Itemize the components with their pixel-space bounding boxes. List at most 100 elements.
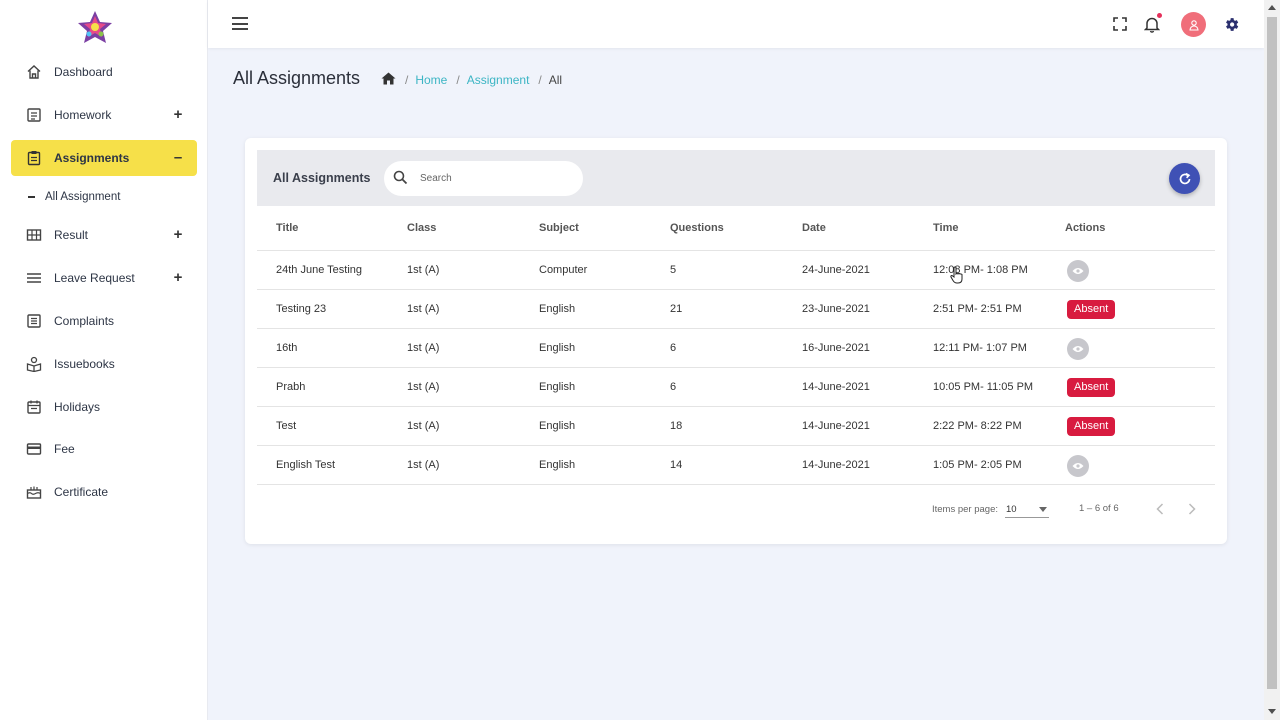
column-header-class[interactable]: Class bbox=[407, 222, 436, 234]
hand-cursor-icon bbox=[950, 266, 963, 284]
breadcrumb-current: All bbox=[548, 73, 563, 87]
sidebar-item-label: Result bbox=[54, 228, 89, 242]
sidebar-item-issuebooks[interactable]: Issuebooks bbox=[11, 346, 197, 382]
books-icon bbox=[25, 355, 43, 373]
calendar-icon bbox=[25, 398, 43, 416]
lines-icon bbox=[25, 269, 43, 287]
eye-icon bbox=[1072, 346, 1084, 352]
page-scrollbar[interactable] bbox=[1264, 0, 1280, 720]
refresh-button[interactable] bbox=[1169, 163, 1200, 194]
breadcrumb: / Home / Assignment / All bbox=[381, 72, 562, 88]
sidebar-item-assignments[interactable]: Assignments – bbox=[11, 140, 197, 176]
sidebar-item-complaints[interactable]: Complaints bbox=[11, 303, 197, 339]
column-header-date[interactable]: Date bbox=[802, 222, 826, 234]
sidebar-item-result[interactable]: Result + bbox=[11, 217, 197, 253]
cell-subject: English bbox=[539, 459, 576, 471]
collapse-icon[interactable]: – bbox=[171, 149, 185, 167]
sidebar-item-label: Dashboard bbox=[54, 65, 113, 79]
cell-date: 16-June-2021 bbox=[802, 342, 870, 354]
scroll-down-icon[interactable] bbox=[1268, 709, 1276, 714]
search-icon bbox=[393, 170, 408, 188]
sidebar-subitem-all-assignment[interactable]: All Assignment bbox=[28, 188, 120, 206]
sidebar-subitem-label: All Assignment bbox=[45, 191, 121, 203]
bell-icon[interactable] bbox=[1142, 13, 1162, 34]
user-avatar[interactable] bbox=[1181, 12, 1206, 37]
cell-subject: English bbox=[539, 303, 576, 315]
column-header-questions[interactable]: Questions bbox=[670, 222, 724, 234]
refresh-icon bbox=[1179, 172, 1190, 184]
sidebar: Dashboard Homework + Assignments – All A… bbox=[0, 0, 208, 720]
table-row[interactable]: Test 1st (A) English 18 14-June-2021 2:2… bbox=[257, 407, 1215, 446]
expand-icon[interactable]: + bbox=[171, 106, 185, 124]
sidebar-item-label: Holidays bbox=[54, 400, 101, 414]
expand-icon[interactable]: + bbox=[171, 269, 185, 287]
cell-title: English Test bbox=[276, 459, 336, 471]
view-button[interactable] bbox=[1067, 260, 1089, 282]
cell-questions: 14 bbox=[670, 459, 683, 471]
column-header-subject[interactable]: Subject bbox=[539, 222, 579, 234]
breadcrumb-assignment-link[interactable]: Assignment bbox=[467, 73, 530, 87]
sidebar-item-dashboard[interactable]: Dashboard bbox=[11, 54, 197, 90]
menu-icon[interactable] bbox=[232, 17, 248, 30]
sidebar-item-certificate[interactable]: Certificate bbox=[11, 474, 197, 510]
sidebar-item-fee[interactable]: Fee bbox=[11, 431, 197, 467]
cell-date: 14-June-2021 bbox=[802, 420, 870, 432]
assignment-icon bbox=[25, 149, 43, 167]
table-row[interactable]: 24th June Testing 1st (A) Computer 5 24-… bbox=[257, 251, 1215, 290]
expand-icon[interactable]: + bbox=[171, 226, 185, 244]
items-per-page-select[interactable]: 10 bbox=[1005, 500, 1049, 518]
cell-questions: 21 bbox=[670, 303, 683, 315]
search-input[interactable] bbox=[420, 173, 570, 184]
sidebar-item-label: Certificate bbox=[54, 485, 109, 499]
absent-badge[interactable]: Absent bbox=[1067, 378, 1116, 397]
certificate-icon bbox=[25, 483, 43, 501]
column-header-title[interactable]: Title bbox=[276, 222, 298, 234]
breadcrumb-home-link[interactable]: Home bbox=[415, 73, 447, 87]
table-row[interactable]: Prabh 1st (A) English 6 14-June-2021 10:… bbox=[257, 368, 1215, 407]
cell-subject: English bbox=[539, 420, 576, 432]
cell-title: 16th bbox=[276, 342, 298, 354]
absent-badge[interactable]: Absent bbox=[1067, 417, 1116, 436]
cell-class: 1st (A) bbox=[407, 342, 440, 354]
cell-date: 23-June-2021 bbox=[802, 303, 870, 315]
cell-time: 12:08 PM- 1:08 PM bbox=[933, 264, 1028, 276]
column-header-time[interactable]: Time bbox=[933, 222, 958, 234]
sidebar-item-homework[interactable]: Homework + bbox=[11, 97, 197, 133]
cell-subject: English bbox=[539, 342, 576, 354]
cell-date: 14-June-2021 bbox=[802, 381, 870, 393]
scroll-up-icon[interactable] bbox=[1268, 5, 1276, 10]
eye-icon bbox=[1072, 268, 1084, 274]
settings-icon[interactable] bbox=[1221, 14, 1241, 34]
next-page-button[interactable] bbox=[1183, 500, 1201, 518]
cell-subject: English bbox=[539, 381, 576, 393]
paginator: Items per page: 10 1 – 6 of 6 bbox=[245, 498, 1227, 520]
sidebar-item-holidays[interactable]: Holidays bbox=[11, 389, 197, 425]
home-icon[interactable] bbox=[381, 72, 396, 88]
sidebar-item-label: Assignments bbox=[54, 151, 130, 165]
items-per-page-label: Items per page: bbox=[932, 504, 999, 515]
notification-dot bbox=[1157, 13, 1162, 18]
breadcrumb-separator: / bbox=[456, 73, 460, 87]
cell-title: Testing 23 bbox=[276, 303, 327, 315]
cell-title: Test bbox=[276, 420, 297, 432]
table-row[interactable]: Testing 23 1st (A) English 21 23-June-20… bbox=[257, 290, 1215, 329]
scroll-thumb[interactable] bbox=[1267, 17, 1277, 689]
table-row[interactable]: English Test 1st (A) English 14 14-June-… bbox=[257, 446, 1215, 485]
previous-page-button[interactable] bbox=[1151, 500, 1169, 518]
fullscreen-icon[interactable] bbox=[1110, 14, 1130, 34]
chevron-right-icon bbox=[1188, 503, 1196, 515]
absent-badge[interactable]: Absent bbox=[1067, 300, 1116, 319]
cell-class: 1st (A) bbox=[407, 420, 440, 432]
table-row[interactable]: 16th 1st (A) English 6 16-June-2021 12:1… bbox=[257, 329, 1215, 368]
cell-time: 12:11 PM- 1:07 PM bbox=[933, 342, 1027, 354]
sidebar-item-leave-request[interactable]: Leave Request + bbox=[11, 260, 197, 296]
search-box[interactable] bbox=[384, 161, 583, 196]
chevron-down-icon bbox=[1039, 507, 1047, 512]
grid-icon bbox=[25, 226, 43, 244]
view-button[interactable] bbox=[1067, 455, 1089, 477]
view-button[interactable] bbox=[1067, 338, 1089, 360]
logo-icon[interactable] bbox=[77, 10, 113, 44]
sidebar-item-label: Leave Request bbox=[54, 271, 135, 285]
card-icon bbox=[25, 440, 43, 458]
cell-questions: 5 bbox=[670, 264, 677, 276]
